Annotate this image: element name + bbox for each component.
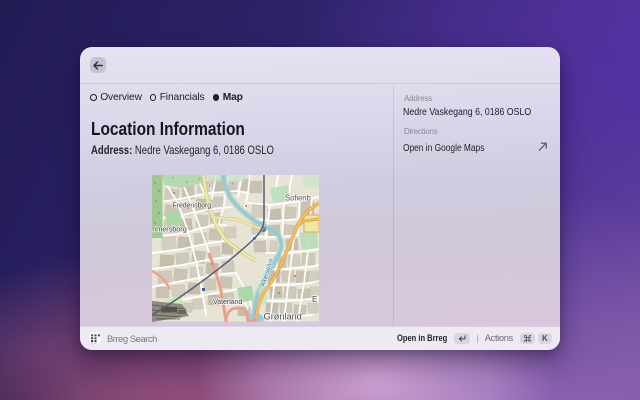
- svg-text:Vaterland: Vaterland: [213, 297, 242, 306]
- svg-text:mmersborg: mmersborg: [152, 225, 187, 234]
- svg-text:Fredensborg: Fredensborg: [172, 201, 211, 210]
- svg-text:Grønland: Grønland: [263, 311, 301, 322]
- svg-text:E: E: [312, 295, 317, 304]
- svg-text:Sofienb: Sofienb: [285, 194, 312, 203]
